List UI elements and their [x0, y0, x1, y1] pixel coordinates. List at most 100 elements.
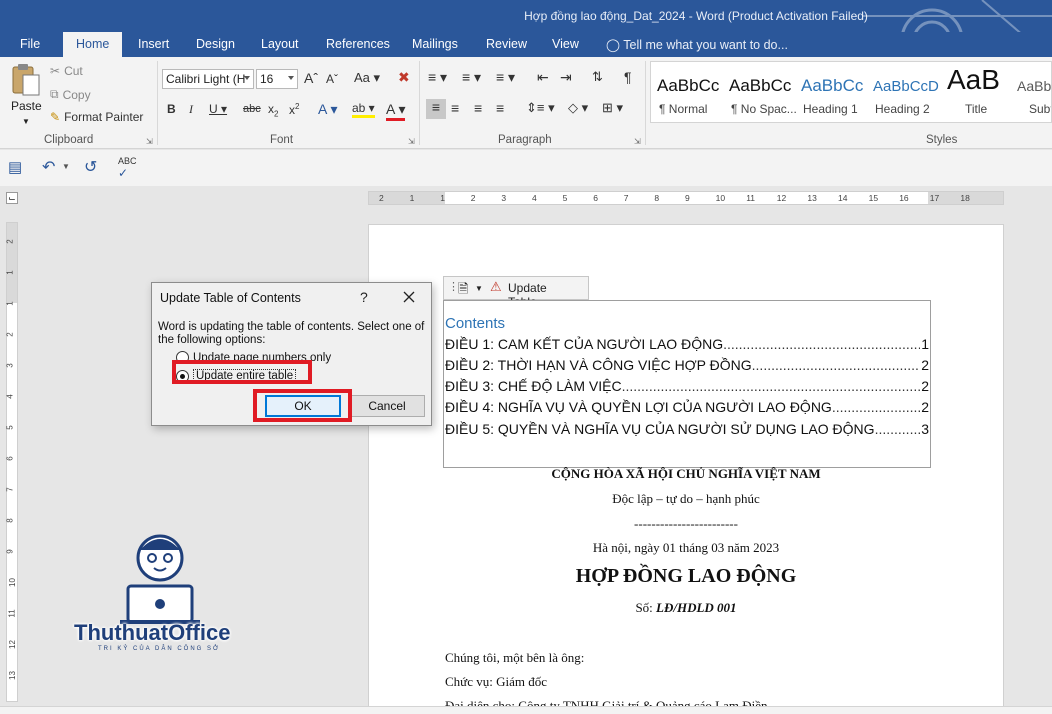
tab-view[interactable]: View — [552, 37, 579, 51]
toc-entry[interactable]: ĐIỀU 5: QUYỀN VÀ NGHĨA VỤ CỦA NGƯỜI SỬ D… — [445, 421, 929, 437]
ruler-tick: 5 — [562, 193, 568, 203]
superscript-icon[interactable]: x2 — [289, 102, 299, 117]
ruler-tick: 8 — [5, 518, 15, 523]
copy-button[interactable]: ⧉ Copy — [50, 87, 91, 102]
strikethrough-icon[interactable]: abc — [243, 103, 261, 115]
copy-label: Copy — [62, 87, 91, 102]
align-center-icon[interactable]: ≡ — [451, 100, 459, 116]
tell-me-box[interactable]: ◯ Tell me what you want to do... — [606, 37, 788, 52]
format-painter-button[interactable]: ✎ Format Painter — [50, 110, 143, 124]
font-group-label: Font — [270, 134, 294, 146]
justify-icon[interactable]: ≡ — [496, 100, 504, 116]
style-preview: AaBbCcD — [873, 78, 939, 95]
styles-group-label: Styles — [926, 134, 958, 146]
tab-layout[interactable]: Layout — [261, 37, 299, 51]
help-button[interactable]: ? — [360, 289, 368, 305]
toc-entry[interactable]: ĐIỀU 4: NGHĨA VỤ VÀ QUYỀN LỢI CỦA NGƯỜI … — [445, 399, 929, 415]
ruler-tick: 5 — [5, 425, 15, 430]
show-formatting-marks-icon[interactable]: ¶ — [624, 69, 632, 85]
decrease-indent-icon[interactable]: ⇤ — [537, 69, 549, 86]
italic-icon[interactable]: I — [189, 102, 193, 117]
ruler-tick: 1 — [409, 193, 415, 203]
tab-review[interactable]: Review — [486, 37, 527, 51]
vertical-ruler[interactable]: 2 1 1 2 3 4 5 6 7 8 9 10 11 12 13 — [6, 222, 18, 702]
ribbon: Paste ▼ ✂ Cut ⧉ Copy ✎ Format Painter Clipb… — [0, 57, 1052, 149]
sort-icon[interactable]: ⇅ — [592, 69, 603, 85]
style-heading-2[interactable]: AaBbCcD Heading 2 — [867, 62, 939, 122]
undo-icon[interactable]: ↶ — [42, 157, 55, 177]
chevron-down-icon[interactable]: ▼ — [62, 162, 70, 171]
align-left-icon[interactable]: ≡ — [426, 99, 446, 119]
update-table-icon: ⚠ — [490, 279, 502, 294]
text-effects-icon[interactable]: A ▾ — [318, 101, 337, 118]
contract-number-label: Số: — [635, 600, 657, 615]
style-heading-1[interactable]: AaBbCc Heading 1 — [795, 62, 867, 122]
ruler-tick: 2 — [5, 332, 15, 337]
bullets-icon[interactable]: ≡ ▾ — [428, 69, 447, 86]
shading-icon[interactable]: ◇ ▾ — [568, 100, 588, 116]
chevron-down-icon[interactable]: ▼ — [475, 284, 483, 293]
subscript-icon[interactable]: x2 — [268, 102, 278, 118]
change-case-icon[interactable]: Aa ▾ — [354, 70, 380, 86]
toc-entry[interactable]: ĐIỀU 1: CAM KẾT CỦA NGƯỜI LAO ĐỘNG 1 — [445, 336, 929, 352]
toc-entry[interactable]: ĐIỀU 2: THỜI HẠN VÀ CÔNG VIỆC HỢP ĐỒNG 2 — [445, 357, 929, 373]
bold-icon[interactable]: B — [167, 102, 176, 116]
shrink-font-icon[interactable]: Aˇ — [326, 72, 338, 86]
style-no-spacing[interactable]: AaBbCc ¶ No Spac... — [723, 62, 797, 122]
toc-entry[interactable]: ĐIỀU 3: CHẾ ĐỘ LÀM VIỆC 2 — [445, 378, 929, 394]
style-name: Subt — [1029, 102, 1052, 116]
highlight-color-icon[interactable]: ab ▾ — [352, 101, 375, 118]
style-name: ¶ No Spac... — [731, 102, 797, 116]
style-preview: AaBb — [1017, 78, 1052, 94]
line-spacing-icon[interactable]: ⇕≡ ▾ — [526, 100, 555, 116]
increase-indent-icon[interactable]: ⇥ — [560, 69, 572, 86]
save-icon[interactable]: ▤ — [8, 158, 22, 176]
table-of-contents[interactable]: Contents ĐIỀU 1: CAM KẾT CỦA NGƯỜI LAO Đ… — [443, 300, 931, 468]
spelling-check-icon[interactable]: ABC ✓ — [118, 156, 137, 180]
align-right-icon[interactable]: ≡ — [474, 100, 482, 116]
toc-entry-text: ĐIỀU 2: THỜI HẠN VÀ CÔNG VIỆC HỢP ĐỒNG — [445, 357, 752, 373]
multilevel-list-icon[interactable]: ≡ ▾ — [496, 69, 515, 86]
style-subtitle[interactable]: AaBb Subt — [1011, 62, 1052, 122]
tab-home[interactable]: Home — [63, 32, 123, 57]
underline-icon[interactable]: U ▾ — [209, 102, 227, 116]
font-color-icon[interactable]: A ▾ — [386, 101, 406, 121]
paste-button[interactable]: Paste ▼ — [8, 63, 44, 129]
font-name-combo[interactable]: Calibri Light (H — [162, 69, 254, 89]
watermark-brand: ThuthuatOffice — [74, 620, 231, 645]
cancel-button[interactable]: Cancel — [349, 395, 425, 417]
close-icon[interactable] — [400, 288, 418, 306]
grow-font-icon[interactable]: Aˆ — [304, 70, 318, 86]
quick-access-toolbar: ▤ ↶ ▼ ↺ ABC ✓ — [0, 150, 1052, 186]
numbering-icon[interactable]: ≡ ▾ — [462, 69, 481, 86]
tab-references[interactable]: References — [326, 37, 390, 51]
tab-mailings[interactable]: Mailings — [412, 37, 458, 51]
clear-formatting-icon[interactable]: ✖ — [398, 69, 410, 86]
horizontal-ruler[interactable]: 2 1 1 2 3 4 5 6 7 8 9 10 11 12 13 14 15 16 17 18 — [368, 191, 1004, 205]
ruler-tick: 13 — [807, 193, 817, 203]
ruler-tick: 12 — [7, 640, 17, 649]
dialog-launcher-icon[interactable]: ⇲ — [408, 137, 415, 146]
style-normal[interactable]: AaBbCc ¶ Normal — [651, 62, 723, 122]
tab-design[interactable]: Design — [196, 37, 235, 51]
ruler-tick: 9 — [685, 193, 690, 203]
contract-date: Hà nội, ngày 01 tháng 03 năm 2023 — [592, 540, 780, 555]
tab-selector-icon[interactable]: ⌙ — [6, 192, 18, 204]
repeat-icon[interactable]: ↺ — [84, 157, 97, 177]
contract-number: Số: LĐ/HDLD 001 — [368, 600, 1004, 616]
dialog-launcher-icon[interactable]: ⇲ — [146, 137, 153, 146]
clipboard-group-label: Clipboard — [44, 134, 94, 146]
style-title[interactable]: AaB Title — [939, 62, 1011, 122]
scissors-icon: ✂ — [50, 64, 61, 78]
style-preview: AaBbCc — [801, 76, 864, 95]
toc-menu-icon[interactable]: 🗎 — [458, 280, 468, 302]
position-line: Chức vụ: Giám đốc — [445, 674, 548, 689]
font-size-combo[interactable]: 16 — [256, 69, 298, 89]
dialog-launcher-icon[interactable]: ⇲ — [634, 137, 641, 146]
borders-icon[interactable]: ⊞ ▾ — [602, 100, 623, 116]
style-preview: AaB — [947, 64, 1000, 95]
tab-file[interactable]: File — [20, 37, 40, 51]
ruler-tick: 14 — [838, 193, 848, 203]
tab-insert[interactable]: Insert — [138, 37, 169, 51]
cut-button[interactable]: ✂ Cut — [50, 64, 83, 78]
